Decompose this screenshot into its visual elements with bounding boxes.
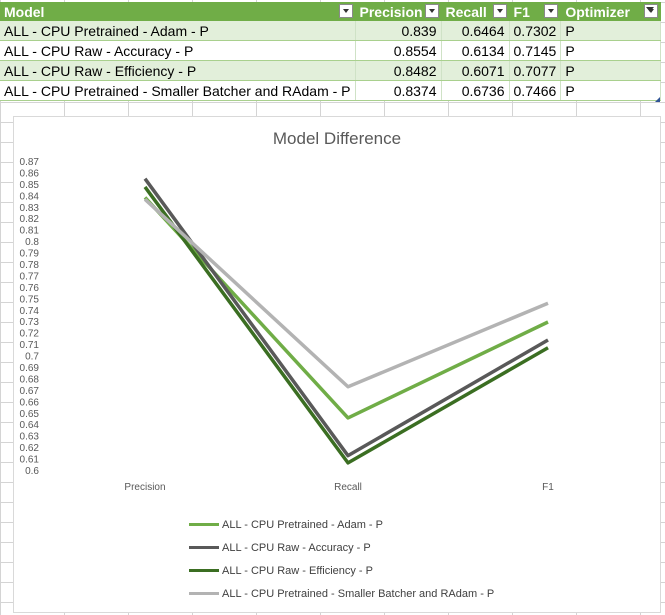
legend-item[interactable]: ALL - CPU Pretrained - Adam - P [189, 513, 494, 536]
dropdown-arrow-icon[interactable] [492, 4, 507, 18]
y-tick-label: 0.63 [20, 432, 40, 443]
y-tick-label: 0.65 [20, 409, 40, 420]
cell-precision[interactable]: 0.8482 [355, 60, 442, 81]
y-tick-label: 0.64 [20, 420, 40, 431]
col-header-label: F1 [513, 3, 530, 20]
y-tick-label: 0.78 [20, 260, 40, 271]
legend-swatch [189, 523, 219, 526]
chart-legend: ALL - CPU Pretrained - Adam - P ALL - CPU… [189, 513, 494, 605]
y-tick-label: 0.75 [20, 294, 40, 305]
table-row[interactable]: ALL - CPU Raw - Accuracy - P 0.8554 0.61… [0, 40, 662, 61]
y-tick-label: 0.84 [20, 191, 40, 202]
col-header-optimizer[interactable]: Optimizer [560, 2, 662, 21]
series-line-3[interactable] [143, 185, 549, 465]
y-tick-label: 0.79 [20, 249, 40, 260]
y-tick-label: 0.67 [20, 386, 40, 397]
cell-f1[interactable]: 0.7145 [509, 40, 562, 61]
legend-item[interactable]: ALL - CPU Pretrained - Smaller Batcher a… [189, 582, 494, 605]
cell-f1[interactable]: 0.7466 [509, 80, 562, 101]
col-header-label: Precision [359, 3, 423, 20]
y-tick-label: 0.71 [20, 340, 40, 351]
y-tick-label: 0.73 [20, 317, 40, 328]
y-tick-label: 0.87 [20, 157, 40, 168]
y-tick-label: 0.86 [20, 168, 40, 179]
col-header-label: Model [4, 3, 45, 20]
dropdown-arrow-icon[interactable] [544, 4, 559, 18]
legend-label: ALL - CPU Pretrained - Smaller Batcher a… [222, 587, 495, 600]
cell-f1[interactable]: 0.7302 [509, 21, 562, 41]
y-tick-label: 0.85 [20, 180, 40, 191]
cell-recall[interactable]: 0.6134 [441, 40, 510, 61]
col-header-recall[interactable]: Recall [441, 2, 510, 21]
cell-model[interactable]: ALL - CPU Pretrained - Adam - P [0, 21, 356, 41]
legend-item[interactable]: ALL - CPU Raw - Accuracy - P [189, 536, 494, 559]
series-line-4[interactable] [143, 198, 549, 389]
table-header-row: Model Precision Recall F1 Optimizer [0, 2, 662, 21]
cell-optimizer[interactable]: P [560, 80, 662, 101]
legend-swatch [189, 592, 219, 595]
line-chart[interactable]: Model Difference 0.6 0.61 0.62 0.63 0.64 0.65… [13, 116, 661, 613]
y-tick-label: 0.8 [25, 237, 39, 248]
dropdown-arrow-icon[interactable] [338, 4, 353, 18]
y-tick-label: 0.74 [20, 306, 40, 317]
legend-item[interactable]: ALL - CPU Raw - Efficiency - P [189, 559, 494, 582]
x-tick-label: F1 [542, 482, 554, 493]
table-row[interactable]: ALL - CPU Pretrained - Adam - P 0.839 0.… [0, 21, 662, 41]
y-tick-label: 0.83 [20, 203, 40, 214]
y-tick-label: 0.81 [20, 226, 40, 237]
cell-model[interactable]: ALL - CPU Raw - Efficiency - P [0, 60, 356, 81]
y-tick-label: 0.82 [20, 214, 40, 225]
x-tick-label: Recall [334, 482, 362, 493]
cell-f1[interactable]: 0.7077 [509, 60, 562, 81]
dropdown-arrow-icon[interactable] [424, 4, 439, 18]
data-table[interactable]: Model Precision Recall F1 Optimizer ALL … [0, 2, 662, 101]
cell-model[interactable]: ALL - CPU Pretrained - Smaller Batcher a… [0, 80, 356, 101]
col-header-model[interactable]: Model [0, 2, 356, 21]
cell-model[interactable]: ALL - CPU Raw - Accuracy - P [0, 40, 356, 61]
y-tick-label: 0.6 [25, 466, 39, 477]
y-tick-label: 0.7 [25, 352, 39, 363]
legend-swatch [189, 546, 219, 549]
cell-precision[interactable]: 0.8554 [355, 40, 442, 61]
table-resize-handle[interactable] [655, 97, 660, 102]
cell-recall[interactable]: 0.6071 [441, 60, 510, 81]
table-row[interactable]: ALL - CPU Pretrained - Smaller Batcher a… [0, 80, 662, 101]
col-header-f1[interactable]: F1 [509, 2, 562, 21]
y-tick-label: 0.76 [20, 283, 40, 294]
cell-precision[interactable]: 0.8374 [355, 80, 442, 101]
cell-optimizer[interactable]: P [560, 40, 662, 61]
cell-optimizer[interactable]: P [560, 21, 662, 41]
cell-precision[interactable]: 0.839 [355, 21, 442, 41]
cell-optimizer[interactable]: P [560, 60, 662, 81]
cell-recall[interactable]: 0.6736 [441, 80, 510, 101]
legend-label: ALL - CPU Pretrained - Adam - P [222, 518, 383, 531]
x-tick-label: Precision [124, 482, 165, 493]
legend-swatch [189, 569, 219, 572]
y-tick-label: 0.77 [20, 271, 40, 282]
cell-recall[interactable]: 0.6464 [441, 21, 510, 41]
y-tick-label: 0.69 [20, 363, 40, 374]
table-row[interactable]: ALL - CPU Raw - Efficiency - P 0.8482 0.… [0, 60, 662, 81]
y-tick-label: 0.62 [20, 443, 40, 454]
col-header-label: Recall [445, 3, 487, 20]
col-header-precision[interactable]: Precision [355, 2, 442, 21]
col-header-label: Optimizer [565, 3, 630, 20]
y-tick-label: 0.68 [20, 374, 40, 385]
y-tick-label: 0.61 [20, 455, 40, 466]
filter-icon[interactable] [644, 4, 659, 18]
legend-label: ALL - CPU Raw - Accuracy - P [222, 541, 371, 554]
y-tick-label: 0.72 [20, 329, 40, 340]
y-tick-label: 0.66 [20, 397, 40, 408]
legend-label: ALL - CPU Raw - Efficiency - P [222, 564, 373, 577]
